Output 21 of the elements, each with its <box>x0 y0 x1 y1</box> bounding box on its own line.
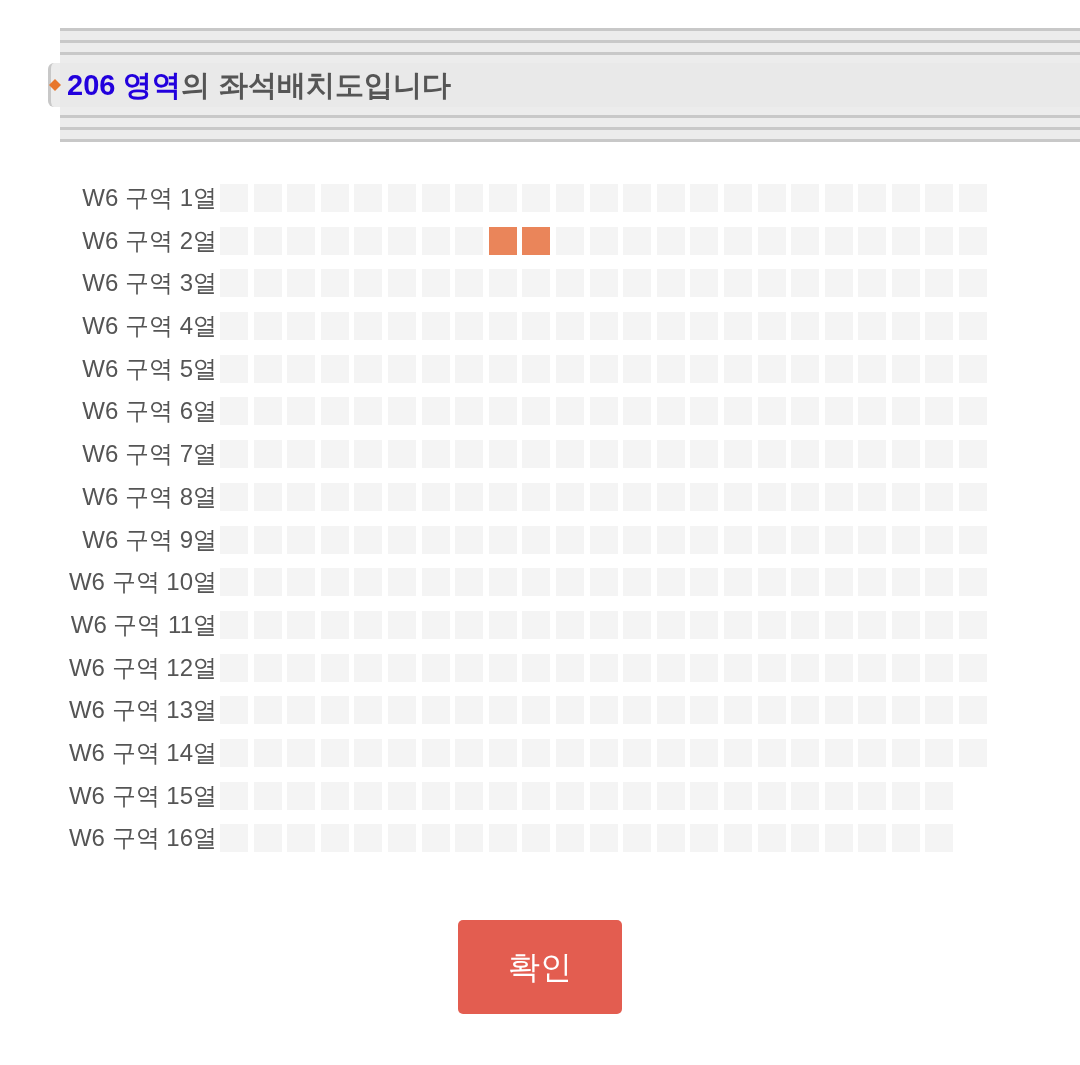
row-label: W6 구역 1열 <box>81 184 218 212</box>
row-label: W6 구역 3열 <box>81 269 218 298</box>
row-label: W6 구역 5열 <box>81 354 218 383</box>
row-label: W6 구역 16열 <box>67 824 218 853</box>
row-label: W6 구역 13열 <box>67 696 218 725</box>
row-label: W6 구역 2열 <box>81 226 218 255</box>
confirm-button[interactable]: 확인 <box>458 920 622 1015</box>
seat[interactable] <box>522 226 551 255</box>
row-label: W6 구역 12열 <box>67 653 218 682</box>
row-label: W6 구역 10열 <box>67 568 218 597</box>
row-label: W6 구역 14열 <box>67 738 218 767</box>
row-label: W6 구역 11열 <box>69 610 218 639</box>
row-label: W6 구역 4열 <box>81 312 218 341</box>
seat[interactable] <box>488 226 517 255</box>
diamond-icon <box>49 79 61 91</box>
row-label: W6 구역 8열 <box>81 482 218 511</box>
row-label: W6 구역 9열 <box>81 525 218 554</box>
row-label: W6 구역 15열 <box>67 781 218 810</box>
row-label: W6 구역 7열 <box>81 440 218 469</box>
row-label: W6 구역 6열 <box>81 397 218 426</box>
header-title: 206 영역의 좌석배치도입니다 <box>67 70 451 100</box>
